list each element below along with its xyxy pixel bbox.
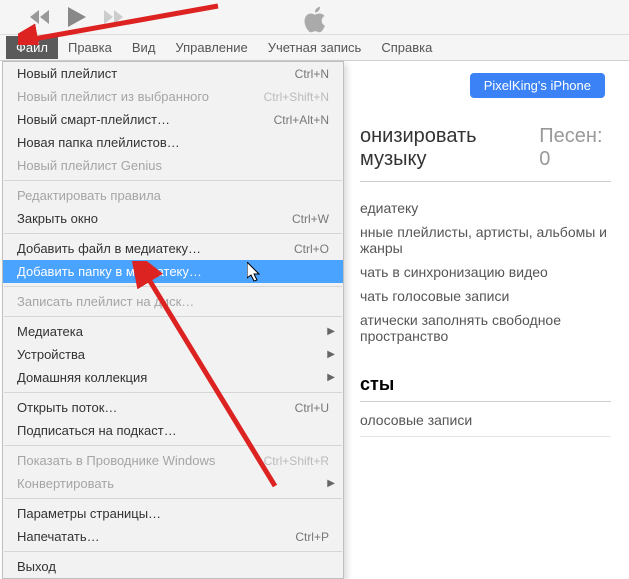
submenu-arrow-icon: ▶ (327, 372, 335, 383)
play-icon[interactable] (68, 7, 86, 27)
menu-item-shortcut: Ctrl+N (295, 67, 329, 81)
menu-item-label: Редактировать правила (17, 188, 161, 203)
menu-separator (4, 445, 342, 446)
menu-item-label: Добавить файл в медиатеку… (17, 241, 201, 256)
menu-правка[interactable]: Правка (58, 36, 122, 59)
menu-item[interactable]: Закрыть окно Ctrl+W (3, 207, 343, 230)
device-button[interactable]: PixelKing's iPhone (470, 73, 605, 98)
menu-separator (4, 233, 342, 234)
menu-item-label: Закрыть окно (17, 211, 98, 226)
menu-item[interactable]: Напечатать… Ctrl+P (3, 525, 343, 548)
menu-item[interactable]: Добавить файл в медиатеку… Ctrl+O (3, 237, 343, 260)
sync-options: едиатеку нные плейлисты, артисты, альбомы… (360, 200, 611, 344)
playlists-header: сты (360, 374, 611, 402)
menu-item-label: Новый плейлист (17, 66, 117, 81)
menu-item-label: Новая папка плейлистов… (17, 135, 180, 150)
menu-item-label: Домашняя коллекция (17, 370, 147, 385)
song-count: Песен: 0 (539, 125, 611, 171)
menu-item-label: Новый плейлист из выбранного (17, 89, 209, 104)
menu-separator (4, 316, 342, 317)
menu-item[interactable]: Устройства ▶ (3, 343, 343, 366)
menu-item[interactable]: Параметры страницы… (3, 502, 343, 525)
menu-item: Редактировать правила (3, 184, 343, 207)
voice-memos-row: олосовые записи (360, 412, 611, 437)
menu-файл[interactable]: Файл (6, 36, 58, 59)
play-controls (30, 7, 124, 27)
menu-item: Конвертировать ▶ (3, 472, 343, 495)
menu-item-label: Напечатать… (17, 529, 100, 544)
menu-item[interactable]: Открыть поток… Ctrl+U (3, 396, 343, 419)
menu-item[interactable]: Добавить папку в медиатеку… (3, 260, 343, 283)
menu-учетная запись[interactable]: Учетная запись (258, 36, 372, 59)
menu-item-shortcut: Ctrl+P (295, 530, 329, 544)
menu-item[interactable]: Новый плейлист Ctrl+N (3, 62, 343, 85)
menu-separator (4, 286, 342, 287)
menu-item-label: Новый плейлист Genius (17, 158, 162, 173)
menu-item: Новый плейлист из выбранного Ctrl+Shift+N (3, 85, 343, 108)
menu-item-label: Добавить папку в медиатеку… (17, 264, 202, 279)
sync-option[interactable]: атически заполнять свободное пространств… (360, 312, 611, 344)
submenu-arrow-icon: ▶ (327, 349, 335, 360)
file-menu-dropdown: Новый плейлист Ctrl+N Новый плейлист из вы… (2, 61, 344, 579)
menu-item-shortcut: Ctrl+Shift+N (264, 90, 329, 104)
menu-item-shortcut: Ctrl+W (292, 212, 329, 226)
menu-item[interactable]: Новый смарт-плейлист… Ctrl+Alt+N (3, 108, 343, 131)
menu-item-label: Показать в Проводнике Windows (17, 453, 215, 468)
menu-item-shortcut: Ctrl+Shift+R (264, 454, 329, 468)
menu-item-shortcut: Ctrl+O (294, 242, 329, 256)
next-track-icon[interactable] (104, 10, 124, 24)
prev-track-icon[interactable] (30, 10, 50, 24)
content-area: PixelKing's iPhone онизировать музыку Пе… (0, 61, 629, 551)
sync-option[interactable]: чать в синхронизацию видео (360, 264, 611, 280)
menu-item-label: Параметры страницы… (17, 506, 161, 521)
menu-item-label: Медиатека (17, 324, 83, 339)
menu-item-label: Выход (17, 559, 56, 574)
menu-справка[interactable]: Справка (371, 36, 442, 59)
menu-item[interactable]: Подписаться на подкаст… (3, 419, 343, 442)
player-toolbar (0, 0, 629, 35)
menu-управление[interactable]: Управление (165, 36, 257, 59)
menu-item-shortcut: Ctrl+U (295, 401, 329, 415)
menu-item: Новый плейлист Genius (3, 154, 343, 177)
menu-item[interactable]: Выход (3, 555, 343, 578)
menu-item[interactable]: Медиатека ▶ (3, 320, 343, 343)
menu-item-shortcut: Ctrl+Alt+N (274, 113, 329, 127)
menu-item-label: Конвертировать (17, 476, 114, 491)
menu-item[interactable]: Домашняя коллекция ▶ (3, 366, 343, 389)
sync-option[interactable]: чать голосовые записи (360, 288, 611, 304)
sync-option[interactable]: нные плейлисты, артисты, альбомы и жанры (360, 224, 611, 256)
submenu-arrow-icon: ▶ (327, 326, 335, 337)
menu-item-label: Подписаться на подкаст… (17, 423, 177, 438)
submenu-arrow-icon: ▶ (327, 478, 335, 489)
menu-item: Показать в Проводнике Windows Ctrl+Shift+… (3, 449, 343, 472)
menu-separator (4, 551, 342, 552)
sync-title: онизировать музыку (360, 125, 529, 171)
menu-item: Записать плейлист на диск… (3, 290, 343, 313)
menubar: ФайлПравкаВидУправлениеУчетная записьСпр… (0, 35, 629, 61)
sync-header: онизировать музыку Песен: 0 (360, 125, 611, 182)
menu-вид[interactable]: Вид (122, 36, 166, 59)
sync-panel: PixelKing's iPhone онизировать музыку Пе… (342, 61, 629, 551)
menu-item-label: Записать плейлист на диск… (17, 294, 194, 309)
menu-separator (4, 180, 342, 181)
menu-separator (4, 392, 342, 393)
sync-option[interactable]: едиатеку (360, 200, 611, 216)
menu-item-label: Устройства (17, 347, 85, 362)
menu-separator (4, 498, 342, 499)
menu-item-label: Новый смарт-плейлист… (17, 112, 170, 127)
apple-logo-icon (303, 6, 327, 37)
menu-item-label: Открыть поток… (17, 400, 117, 415)
menu-item[interactable]: Новая папка плейлистов… (3, 131, 343, 154)
